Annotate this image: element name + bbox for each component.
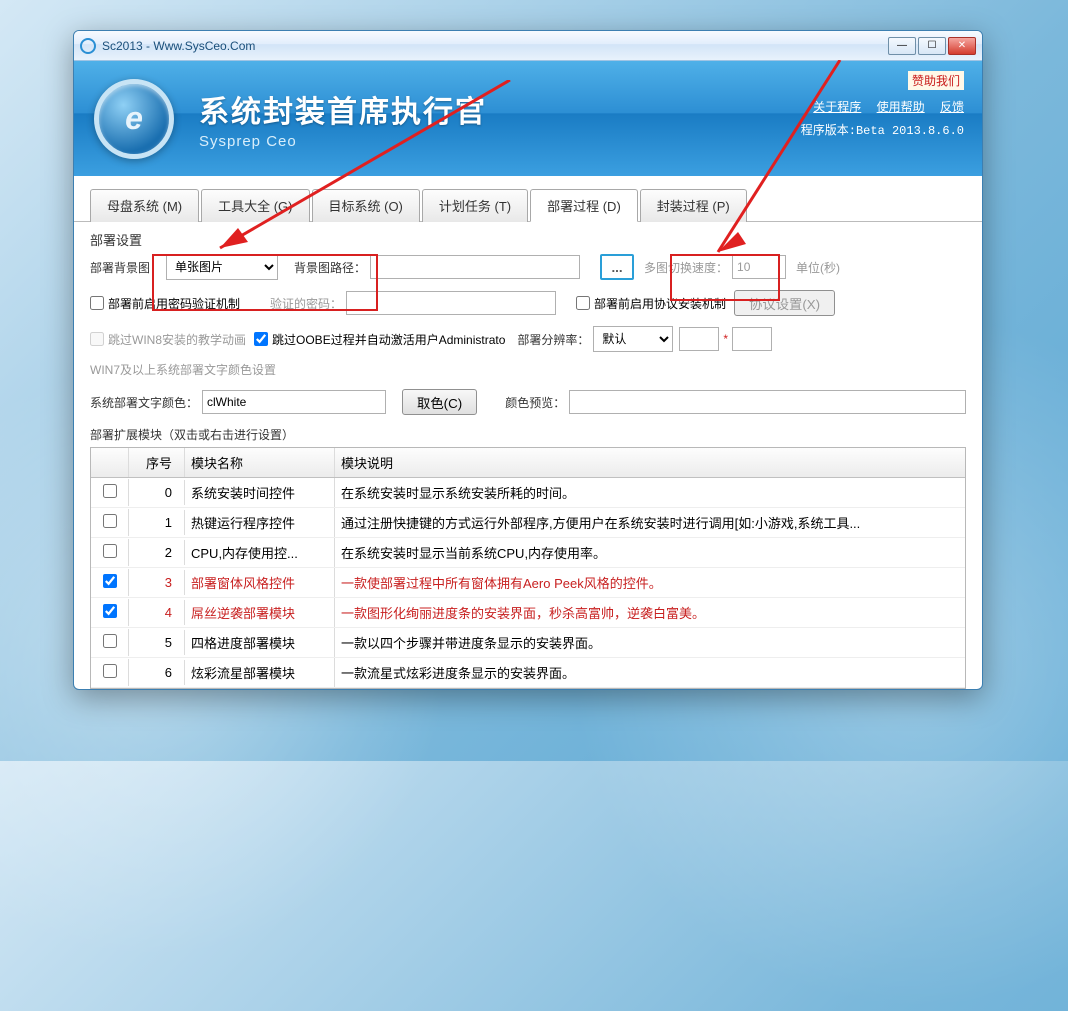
bg-path-label: 背景图路径：	[294, 259, 366, 276]
row-checkbox[interactable]	[103, 664, 117, 678]
th-num: 序号	[129, 448, 185, 477]
row-checkbox[interactable]	[103, 604, 117, 618]
color-preview-label: 颜色预览：	[505, 394, 565, 411]
close-button[interactable]: ✕	[948, 37, 976, 55]
row-desc: 一款以四个步骤并带进度条显示的安装界面。	[335, 628, 965, 657]
row-num: 6	[129, 660, 185, 685]
row-num: 3	[129, 570, 185, 595]
resolution-select[interactable]: 默认	[593, 326, 673, 352]
table-row[interactable]: 5四格进度部署模块一款以四个步骤并带进度条显示的安装界面。	[91, 628, 965, 658]
switch-unit: 单位(秒)	[796, 259, 840, 276]
row-name: 部署窗体风格控件	[185, 568, 335, 597]
row-checkbox[interactable]	[103, 514, 117, 528]
browse-button[interactable]: ...	[600, 254, 634, 280]
res-sep: *	[723, 332, 728, 346]
row-name: 热键运行程序控件	[185, 508, 335, 537]
help-link[interactable]: 使用帮助	[877, 100, 925, 114]
row-checkbox[interactable]	[103, 574, 117, 588]
row-num: 1	[129, 510, 185, 535]
row-desc: 在系统安装时显示当前系统CPU,内存使用率。	[335, 538, 965, 567]
switch-speed-input[interactable]	[732, 255, 786, 279]
skip-oobe-checkbox[interactable]: 跳过OOBE过程并自动激活用户Administrato	[254, 331, 505, 348]
row-name: 炫彩流星部署模块	[185, 658, 335, 687]
version-text: 程序版本:Beta 2013.8.6.0	[801, 121, 964, 138]
row-num: 5	[129, 630, 185, 655]
pick-color-button[interactable]: 取色(C)	[402, 389, 477, 415]
window-title: Sc2013 - Www.SysCeo.Com	[102, 39, 255, 53]
about-link[interactable]: 关于程序	[813, 100, 861, 114]
skip-win8-checkbox[interactable]: 跳过WIN8安装的教学动画	[90, 331, 246, 348]
row-checkbox[interactable]	[103, 484, 117, 498]
proto-enable-checkbox[interactable]: 部署前启用协议安装机制	[576, 295, 726, 312]
bg-mode-select[interactable]: 单张图片	[166, 254, 278, 280]
color-preview	[569, 390, 966, 414]
app-window: Sc2013 - Www.SysCeo.Com — ☐ ✕ e 系统封装首席执行…	[73, 30, 983, 690]
proto-settings-button[interactable]: 协议设置(X)	[734, 290, 835, 316]
switch-speed-label: 多图切换速度：	[644, 259, 728, 276]
tabs: 母盘系统 (M) 工具大全 (G) 目标系统 (O) 计划任务 (T) 部署过程…	[74, 176, 982, 222]
row-desc: 在系统安装时显示系统安装所耗的时间。	[335, 478, 965, 507]
pwd-enable-checkbox[interactable]: 部署前启用密码验证机制	[90, 295, 240, 312]
row-name: 系统安装时间控件	[185, 478, 335, 507]
row-checkbox[interactable]	[103, 544, 117, 558]
row-num: 4	[129, 600, 185, 625]
modules-table: 序号 模块名称 模块说明 0系统安装时间控件在系统安装时显示系统安装所耗的时间。…	[90, 447, 966, 689]
table-header: 序号 模块名称 模块说明	[91, 448, 965, 478]
bg-label: 部署背景图：	[90, 259, 162, 276]
app-title: 系统封装首席执行官	[199, 87, 487, 131]
maximize-button[interactable]: ☐	[918, 37, 946, 55]
app-header: e 系统封装首席执行官 Sysprep Ceo 赞助我们 关于程序 使用帮助 反…	[74, 61, 982, 176]
row-num: 2	[129, 540, 185, 565]
table-row[interactable]: 0系统安装时间控件在系统安装时显示系统安装所耗的时间。	[91, 478, 965, 508]
tab-tasks[interactable]: 计划任务 (T)	[422, 189, 528, 222]
row-name: 四格进度部署模块	[185, 628, 335, 657]
table-row[interactable]: 6炫彩流星部署模块一款流星式炫彩进度条显示的安装界面。	[91, 658, 965, 688]
pwd-label: 验证的密码：	[270, 295, 342, 312]
modules-title: 部署扩展模块（双击或右击进行设置）	[90, 426, 966, 443]
tab-tools[interactable]: 工具大全 (G)	[201, 189, 309, 222]
th-desc: 模块说明	[335, 448, 965, 477]
font-color-label: 系统部署文字颜色：	[90, 394, 198, 411]
th-name: 模块名称	[185, 448, 335, 477]
table-row[interactable]: 4屌丝逆袭部署模块一款图形化绚丽进度条的安装界面，秒杀高富帅，逆袭白富美。	[91, 598, 965, 628]
bg-path-input[interactable]	[370, 255, 580, 279]
logo-icon: e	[94, 79, 174, 159]
resolution-label: 部署分辨率：	[517, 331, 589, 348]
tab-mother[interactable]: 母盘系统 (M)	[90, 189, 199, 222]
minimize-button[interactable]: —	[888, 37, 916, 55]
app-subtitle: Sysprep Ceo	[199, 133, 487, 150]
pwd-input[interactable]	[346, 291, 556, 315]
res-w-input[interactable]	[679, 327, 719, 351]
row-num: 0	[129, 480, 185, 505]
row-desc: 一款流星式炫彩进度条显示的安装界面。	[335, 658, 965, 687]
deploy-group-title: 部署设置	[90, 230, 966, 249]
sponsor-link[interactable]: 赞助我们	[908, 71, 964, 90]
tab-pack[interactable]: 封装过程 (P)	[640, 189, 747, 222]
feedback-link[interactable]: 反馈	[940, 100, 964, 114]
tab-target[interactable]: 目标系统 (O)	[312, 189, 420, 222]
table-row[interactable]: 3部署窗体风格控件一款使部署过程中所有窗体拥有Aero Peek风格的控件。	[91, 568, 965, 598]
table-row[interactable]: 1热键运行程序控件通过注册快捷键的方式运行外部程序,方便用户在系统安装时进行调用…	[91, 508, 965, 538]
table-row[interactable]: 2CPU,内存使用控...在系统安装时显示当前系统CPU,内存使用率。	[91, 538, 965, 568]
row-desc: 通过注册快捷键的方式运行外部程序,方便用户在系统安装时进行调用[如:小游戏,系统…	[335, 508, 965, 537]
header-links: 赞助我们 关于程序 使用帮助 反馈 程序版本:Beta 2013.8.6.0	[801, 71, 964, 138]
logo: e	[94, 79, 174, 159]
app-icon	[80, 38, 96, 54]
row-desc: 一款图形化绚丽进度条的安装界面，秒杀高富帅，逆袭白富美。	[335, 598, 965, 627]
row-checkbox[interactable]	[103, 634, 117, 648]
row-name: 屌丝逆袭部署模块	[185, 598, 335, 627]
res-h-input[interactable]	[732, 327, 772, 351]
titlebar: Sc2013 - Www.SysCeo.Com — ☐ ✕	[74, 31, 982, 61]
content: 部署设置 部署背景图： 单张图片 背景图路径： ... 多图切换速度： 单位(秒…	[74, 222, 982, 690]
row-desc: 一款使部署过程中所有窗体拥有Aero Peek风格的控件。	[335, 568, 965, 597]
font-section-title: WIN7及以上系统部署文字颜色设置	[90, 361, 966, 378]
row-name: CPU,内存使用控...	[185, 538, 335, 567]
font-color-input[interactable]	[202, 390, 386, 414]
tab-deploy[interactable]: 部署过程 (D)	[530, 189, 638, 222]
